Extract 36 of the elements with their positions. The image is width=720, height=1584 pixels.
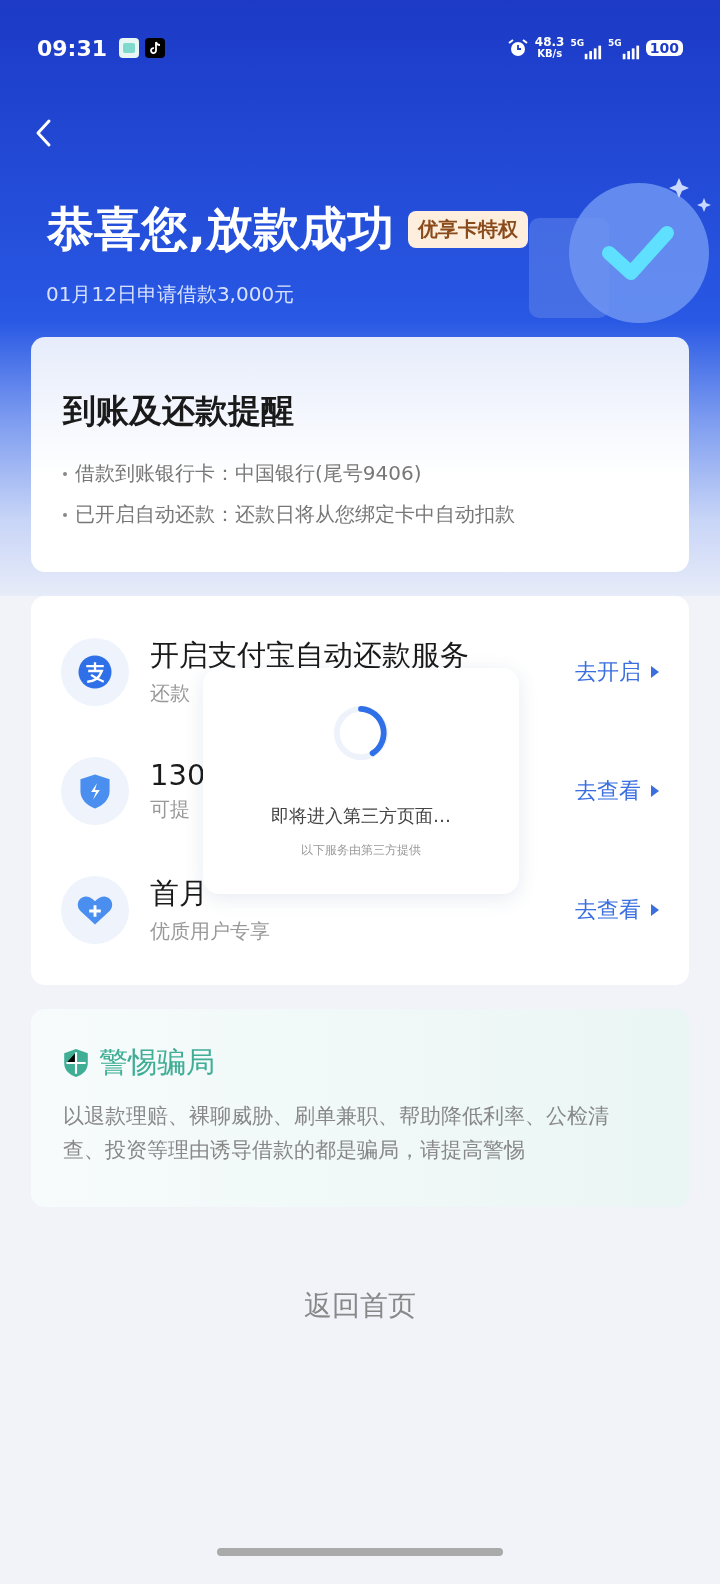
shield-icon [63,1048,89,1078]
alarm-icon [506,37,529,59]
shield-icon [61,756,129,825]
dialog-message: 即将进入第三方页面… [271,804,451,828]
caret-icon [651,784,659,797]
signal-icon [582,44,603,60]
service-title: 开启支付宝自动还款服务 [150,637,469,674]
status-time: 09:31 [37,35,108,61]
reminder-item: 已开启自动还款：还款日将从您绑定卡中自动扣款 [75,501,515,528]
service-subtitle: 可提 [150,796,190,823]
battery-level: 100 [645,40,683,56]
reminder-title: 到账及还款提醒 [63,390,295,432]
network-type: 5G [570,38,585,48]
caret-icon [651,903,659,916]
service-subtitle: 优质用户专享 [150,918,270,945]
warning-text: 以退款理赔、裸聊威胁、刷单兼职、帮助降低利率、公检清查、投资等理由诱导借款的都是骗局，请提高警惕 [63,1103,610,1164]
loan-summary: 01月12日申请借款3,000元 [46,281,296,308]
music-note-icon [145,38,166,58]
service-link[interactable]: 去开启 [575,656,641,687]
reminder-item: 借款到账银行卡：中国银行(尾号9406) [75,460,422,487]
dialog-note: 以下服务由第三方提供 [301,842,421,859]
service-title: 130 [150,758,206,792]
service-link[interactable]: 去查看 [575,775,641,806]
page-title: 恭喜您,放款成功 [47,200,394,258]
caret-icon [651,665,659,678]
payment-icon [61,637,129,706]
network-type: 5G [608,38,622,48]
service-link[interactable]: 去查看 [575,894,641,925]
service-title: 首月 [150,875,208,912]
warning-title: 警惕骗局 [99,1044,215,1081]
service-subtitle: 还款 [150,680,190,707]
back-home-link[interactable]: 返回首页 [304,1287,416,1325]
network-speed: 48.3 KB/s [534,37,565,59]
loading-spinner-icon [332,704,390,762]
privilege-badge: 优享卡特权 [407,211,528,248]
app-icon [119,38,140,58]
